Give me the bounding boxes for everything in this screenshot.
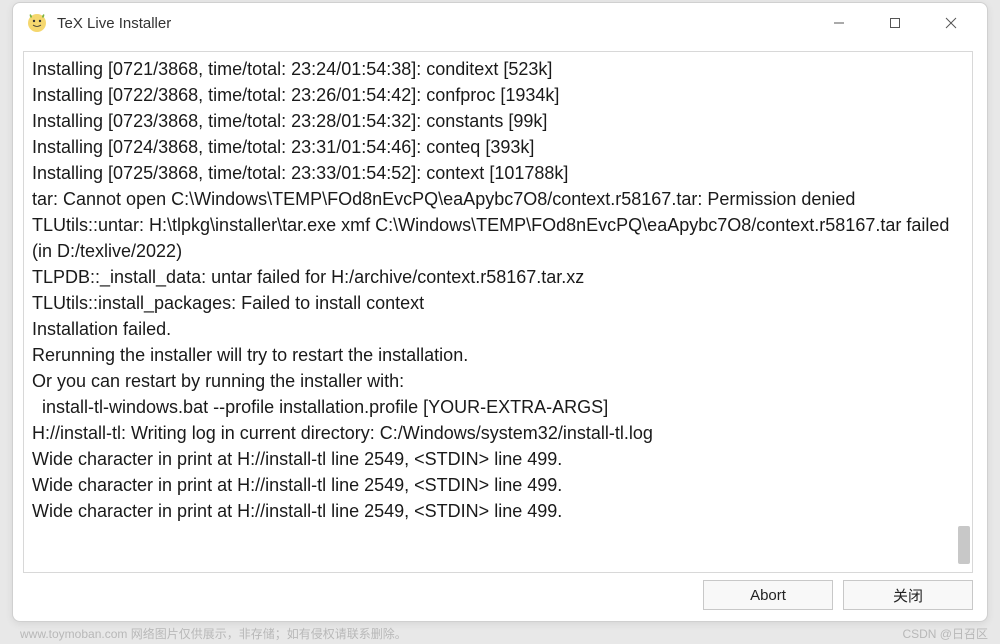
window-title: TeX Live Installer [57, 15, 811, 32]
window-controls [811, 5, 979, 41]
close-button[interactable] [923, 5, 979, 41]
footer-left: www.toymoban.com 网络图片仅供展示，非存储；如有侵权请联系删除。 [20, 625, 407, 642]
button-bar: Abort 关闭 [13, 577, 987, 621]
app-icon [27, 13, 47, 33]
log-panel[interactable]: Installing [0721/3868, time/total: 23:24… [23, 51, 973, 573]
app-window: TeX Live Installer Installing [0721/3868… [12, 2, 988, 622]
abort-button[interactable]: Abort [703, 580, 833, 610]
close-dialog-button[interactable]: 关闭 [843, 580, 973, 610]
log-text: Installing [0721/3868, time/total: 23:24… [32, 56, 964, 524]
maximize-button[interactable] [867, 5, 923, 41]
minimize-button[interactable] [811, 5, 867, 41]
footer-right: CSDN @日召区 [902, 625, 988, 642]
titlebar[interactable]: TeX Live Installer [13, 3, 987, 43]
scrollbar-thumb[interactable] [958, 526, 970, 564]
